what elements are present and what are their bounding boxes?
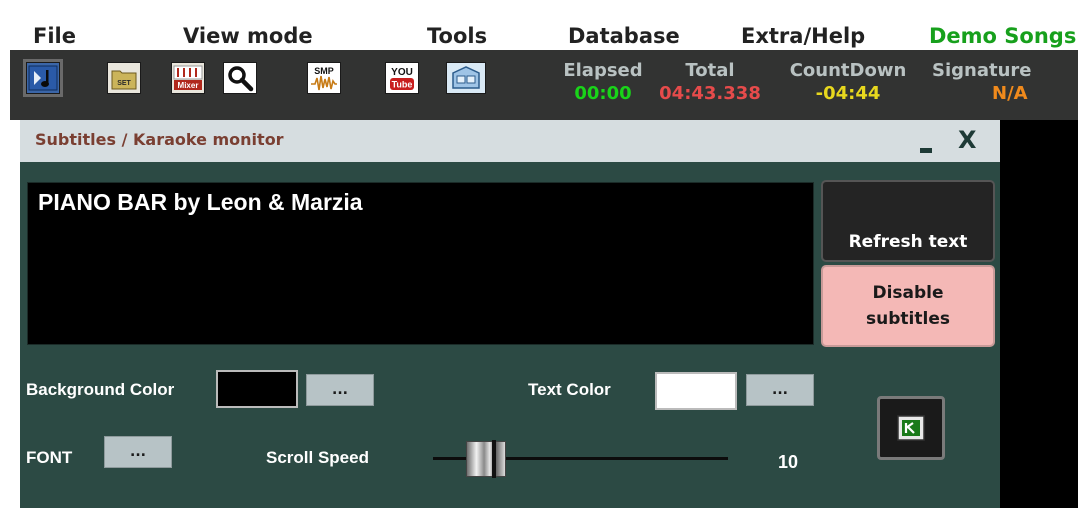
minimize-button[interactable] (916, 132, 942, 154)
disable-subtitles-button[interactable]: Disable subtitles (821, 265, 995, 347)
smp-icon: SMP (311, 66, 337, 91)
menu-database[interactable]: Database (568, 24, 680, 48)
karaoke-k-button[interactable] (877, 396, 945, 460)
signature-value: N/A (992, 83, 1028, 104)
subtitle-display: PIANO BAR by Leon & Marzia (27, 182, 814, 345)
youtube-button[interactable]: YOU Tube (385, 62, 419, 94)
scroll-speed-label: Scroll Speed (266, 448, 369, 467)
disable-subtitles-line2: subtitles (866, 309, 950, 329)
total-value: 04:43.338 (659, 83, 761, 104)
font-picker-button[interactable]: ... (104, 436, 172, 468)
disable-subtitles-line1: Disable (872, 283, 944, 303)
text-color-swatch[interactable] (655, 372, 737, 410)
youtube-icon-label-top: YOU (391, 67, 413, 78)
countdown-counter: CountDown -04:44 (778, 60, 918, 106)
monitor-title-bar[interactable]: Subtitles / Karaoke monitor X (20, 120, 1000, 162)
mixer-icon-label: Mixer (178, 81, 199, 90)
close-button[interactable]: X (958, 126, 977, 154)
youtube-icon-label-bottom: Tube (392, 80, 413, 90)
total-counter: Total 04:43.338 (648, 60, 772, 106)
menu-demo-songs[interactable]: Demo Songs (929, 24, 1076, 48)
youtube-icon: YOU Tube (390, 67, 414, 90)
mixer-icon: Mixer (173, 65, 203, 90)
signature-counter: Signature N/A (932, 60, 1072, 106)
menu-tools[interactable]: Tools (427, 24, 487, 48)
screens-button[interactable] (446, 62, 486, 94)
toolbar: SET Mixer SMP YOU Tube Elapsed 00:00 Tot… (10, 50, 1078, 120)
countdown-label: CountDown (789, 60, 907, 81)
search-button[interactable] (223, 62, 257, 94)
menu-extra-help[interactable]: Extra/Help (741, 24, 865, 48)
set-icon: SET (111, 70, 137, 90)
play-note-button[interactable] (23, 59, 63, 97)
mixer-button[interactable]: Mixer (171, 62, 205, 94)
scroll-speed-value: 10 (778, 452, 799, 472)
countdown-value: -04:44 (815, 83, 881, 104)
subtitle-text: PIANO BAR by Leon & Marzia (38, 189, 363, 215)
background-color-picker-button[interactable]: ... (306, 374, 374, 406)
background-color-label: Background Color (26, 380, 175, 399)
menu-view-mode[interactable]: View mode (183, 24, 313, 48)
smp-icon-label: SMP (314, 66, 334, 76)
signature-label: Signature (932, 60, 1032, 81)
text-color-picker-button[interactable]: ... (746, 374, 814, 406)
right-black-area (1000, 120, 1078, 508)
refresh-text-button[interactable]: Refresh text (821, 180, 995, 262)
scroll-speed-slider-thumb[interactable] (466, 440, 507, 478)
search-icon (228, 66, 254, 92)
text-color-label: Text Color (528, 380, 611, 399)
menu-bar: File View mode Tools Database Extra/Help… (0, 0, 1078, 50)
elapsed-counter: Elapsed 00:00 (558, 60, 648, 106)
play-note-icon (28, 65, 58, 91)
monitor-title: Subtitles / Karaoke monitor (35, 130, 284, 149)
set-button[interactable]: SET (107, 62, 141, 94)
elapsed-label: Elapsed (563, 60, 643, 81)
karaoke-k-icon (897, 415, 925, 441)
font-label: FONT (26, 448, 73, 467)
smp-button[interactable]: SMP (307, 62, 341, 94)
total-label: Total (685, 60, 735, 81)
screens-icon (452, 66, 480, 89)
elapsed-value: 00:00 (574, 83, 632, 104)
background-color-swatch[interactable] (216, 370, 298, 408)
set-icon-label: SET (117, 80, 131, 87)
menu-file[interactable]: File (33, 24, 76, 48)
slider-thumb-notch (492, 440, 497, 478)
